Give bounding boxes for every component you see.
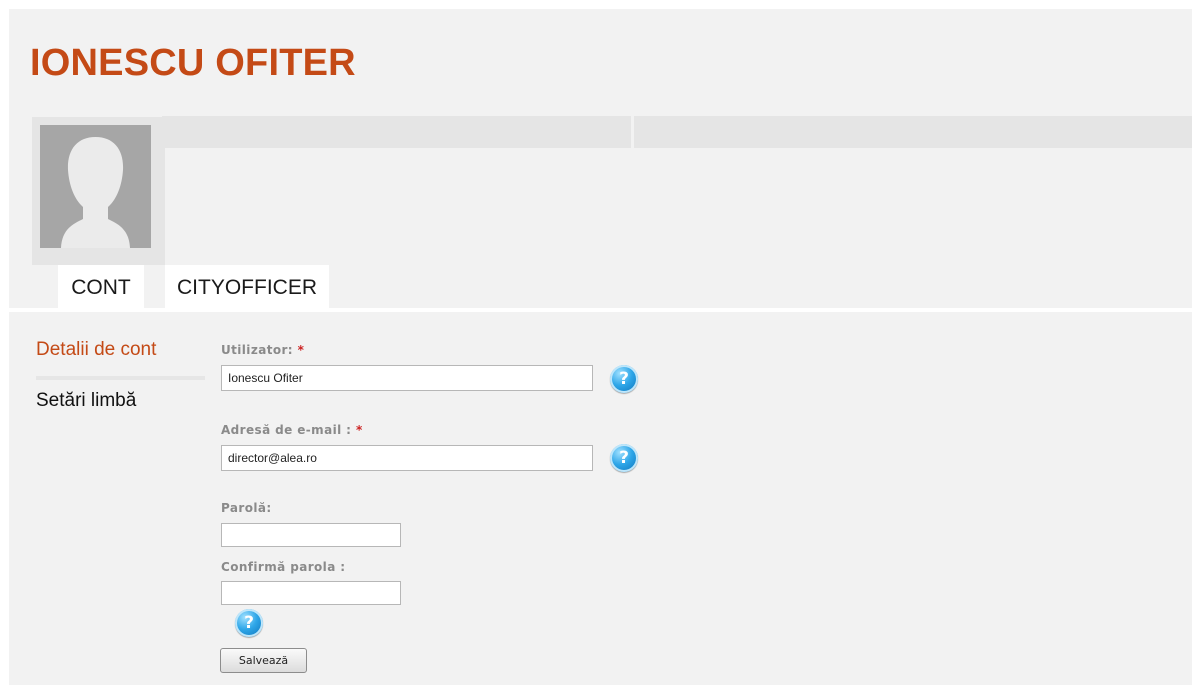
profile-info-bar-right [634, 116, 1192, 148]
sidebar-item-account-details[interactable]: Detalii de cont [36, 339, 156, 361]
email-label: Adresă de e-mail : * [221, 423, 363, 437]
help-icon[interactable] [610, 444, 638, 472]
email-input[interactable] [221, 445, 593, 471]
password-input[interactable] [221, 523, 401, 547]
confirm-password-input[interactable] [221, 581, 401, 605]
sidebar-divider [36, 376, 205, 380]
tab-cityofficer[interactable]: CITYOFFICER [165, 265, 329, 310]
page-title: IONESCU OFITER [30, 42, 356, 84]
save-button[interactable]: Salvează [220, 648, 307, 673]
sidebar-item-language-settings[interactable]: Setări limbă [36, 390, 136, 412]
help-icon[interactable] [235, 609, 263, 637]
username-input[interactable] [221, 365, 593, 391]
avatar-frame [32, 117, 165, 265]
required-mark: * [355, 423, 363, 437]
tab-cont[interactable]: CONT [58, 265, 144, 310]
username-label-text: Utilizator: [221, 343, 293, 357]
password-label: Parolă: [221, 501, 272, 515]
confirm-password-label: Confirmă parola : [221, 560, 346, 574]
help-icon[interactable] [610, 365, 638, 393]
profile-info-bar-left [162, 116, 631, 148]
account-panel: IONESCU OFITER CONT CITYOFFICER Detalii … [9, 9, 1192, 685]
tab-underline [9, 308, 1192, 312]
username-label: Utilizator: * [221, 343, 304, 357]
avatar-placeholder-icon [61, 137, 130, 248]
avatar [40, 125, 151, 248]
required-mark: * [297, 343, 305, 357]
email-label-text: Adresă de e-mail : [221, 423, 352, 437]
